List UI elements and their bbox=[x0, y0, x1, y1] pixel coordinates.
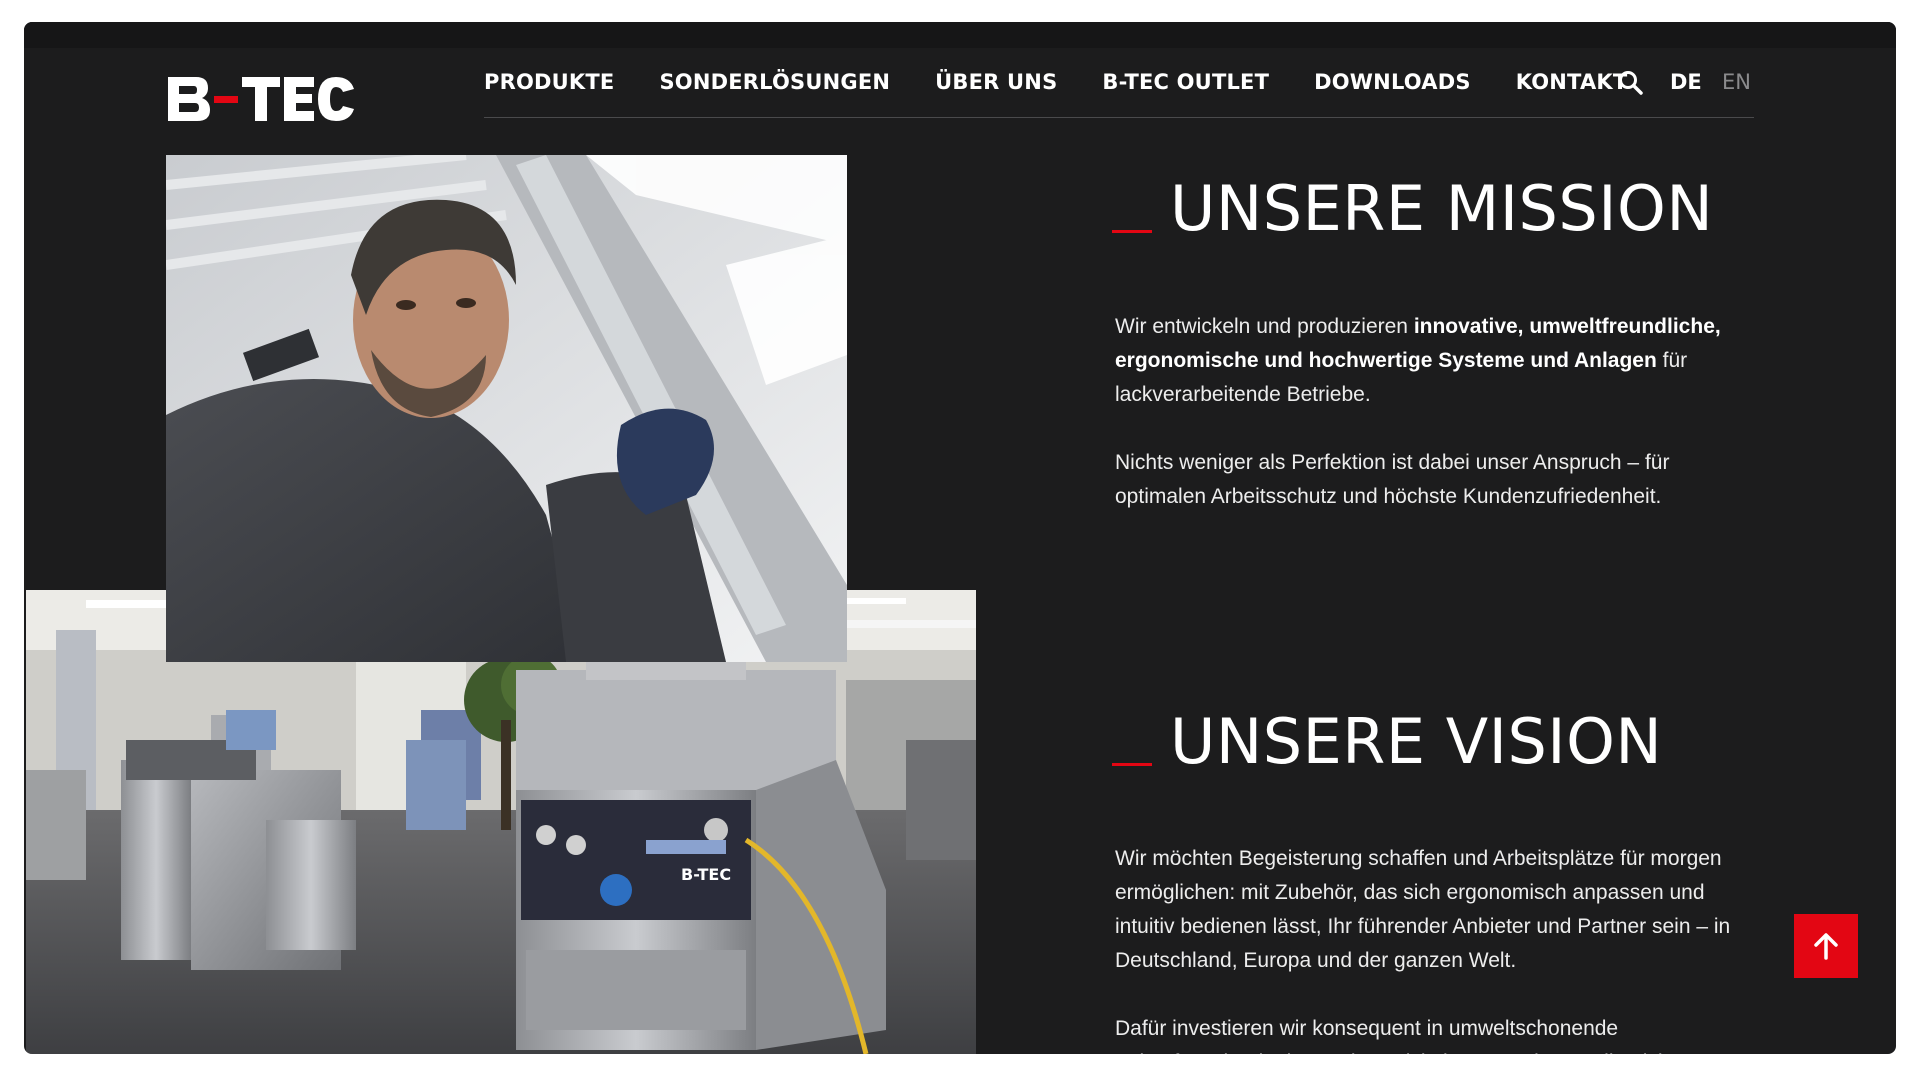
b-tec-logo[interactable] bbox=[166, 75, 356, 123]
mission-paragraph-1: Wir entwickeln und produzieren innovativ… bbox=[1115, 315, 1721, 406]
vision-paragraph-1: Wir möchten Begeisterung schaffen und Ar… bbox=[1115, 847, 1731, 972]
scroll-to-top-button[interactable] bbox=[1794, 914, 1858, 978]
mission-accent-line bbox=[1112, 230, 1152, 233]
top-strip bbox=[24, 22, 1896, 48]
nav-item-ueber-uns[interactable]: ÜBER UNS bbox=[935, 70, 1057, 94]
mission-title: UNSERE MISSION bbox=[1170, 172, 1714, 245]
nav-item-produkte[interactable]: PRODUKTE bbox=[484, 70, 614, 94]
nav-item-downloads[interactable]: DOWNLOADS bbox=[1314, 70, 1471, 94]
nav-item-b-tec-outlet[interactable]: B-TEC OUTLET bbox=[1102, 70, 1269, 94]
worker-photo bbox=[166, 155, 847, 662]
device-frame: PRODUKTE SONDERLÖSUNGEN ÜBER UNS B-TEC O… bbox=[0, 0, 1920, 1080]
vision-title: UNSERE VISION bbox=[1170, 705, 1663, 778]
vision-accent-line bbox=[1112, 763, 1152, 766]
machine-brand-plate: B-TEC bbox=[681, 865, 731, 884]
nav-divider bbox=[484, 117, 1754, 118]
arrow-up-icon bbox=[1814, 933, 1838, 960]
nav-item-sonderloesungen[interactable]: SONDERLÖSUNGEN bbox=[659, 70, 890, 94]
nav-item-kontakt[interactable]: KONTAKT bbox=[1516, 70, 1628, 94]
vision-paragraph-2: Dafür investieren wir konsequent in umwe… bbox=[1115, 1017, 1712, 1054]
language-en[interactable]: EN bbox=[1722, 70, 1751, 94]
search-icon[interactable] bbox=[1618, 70, 1644, 96]
browser-viewport: PRODUKTE SONDERLÖSUNGEN ÜBER UNS B-TEC O… bbox=[24, 22, 1896, 1054]
mission-paragraph-2: Nichts weniger als Perfektion ist dabei … bbox=[1115, 451, 1670, 508]
main-nav: PRODUKTE SONDERLÖSUNGEN ÜBER UNS B-TEC O… bbox=[484, 70, 1672, 94]
language-de[interactable]: DE bbox=[1670, 70, 1702, 94]
